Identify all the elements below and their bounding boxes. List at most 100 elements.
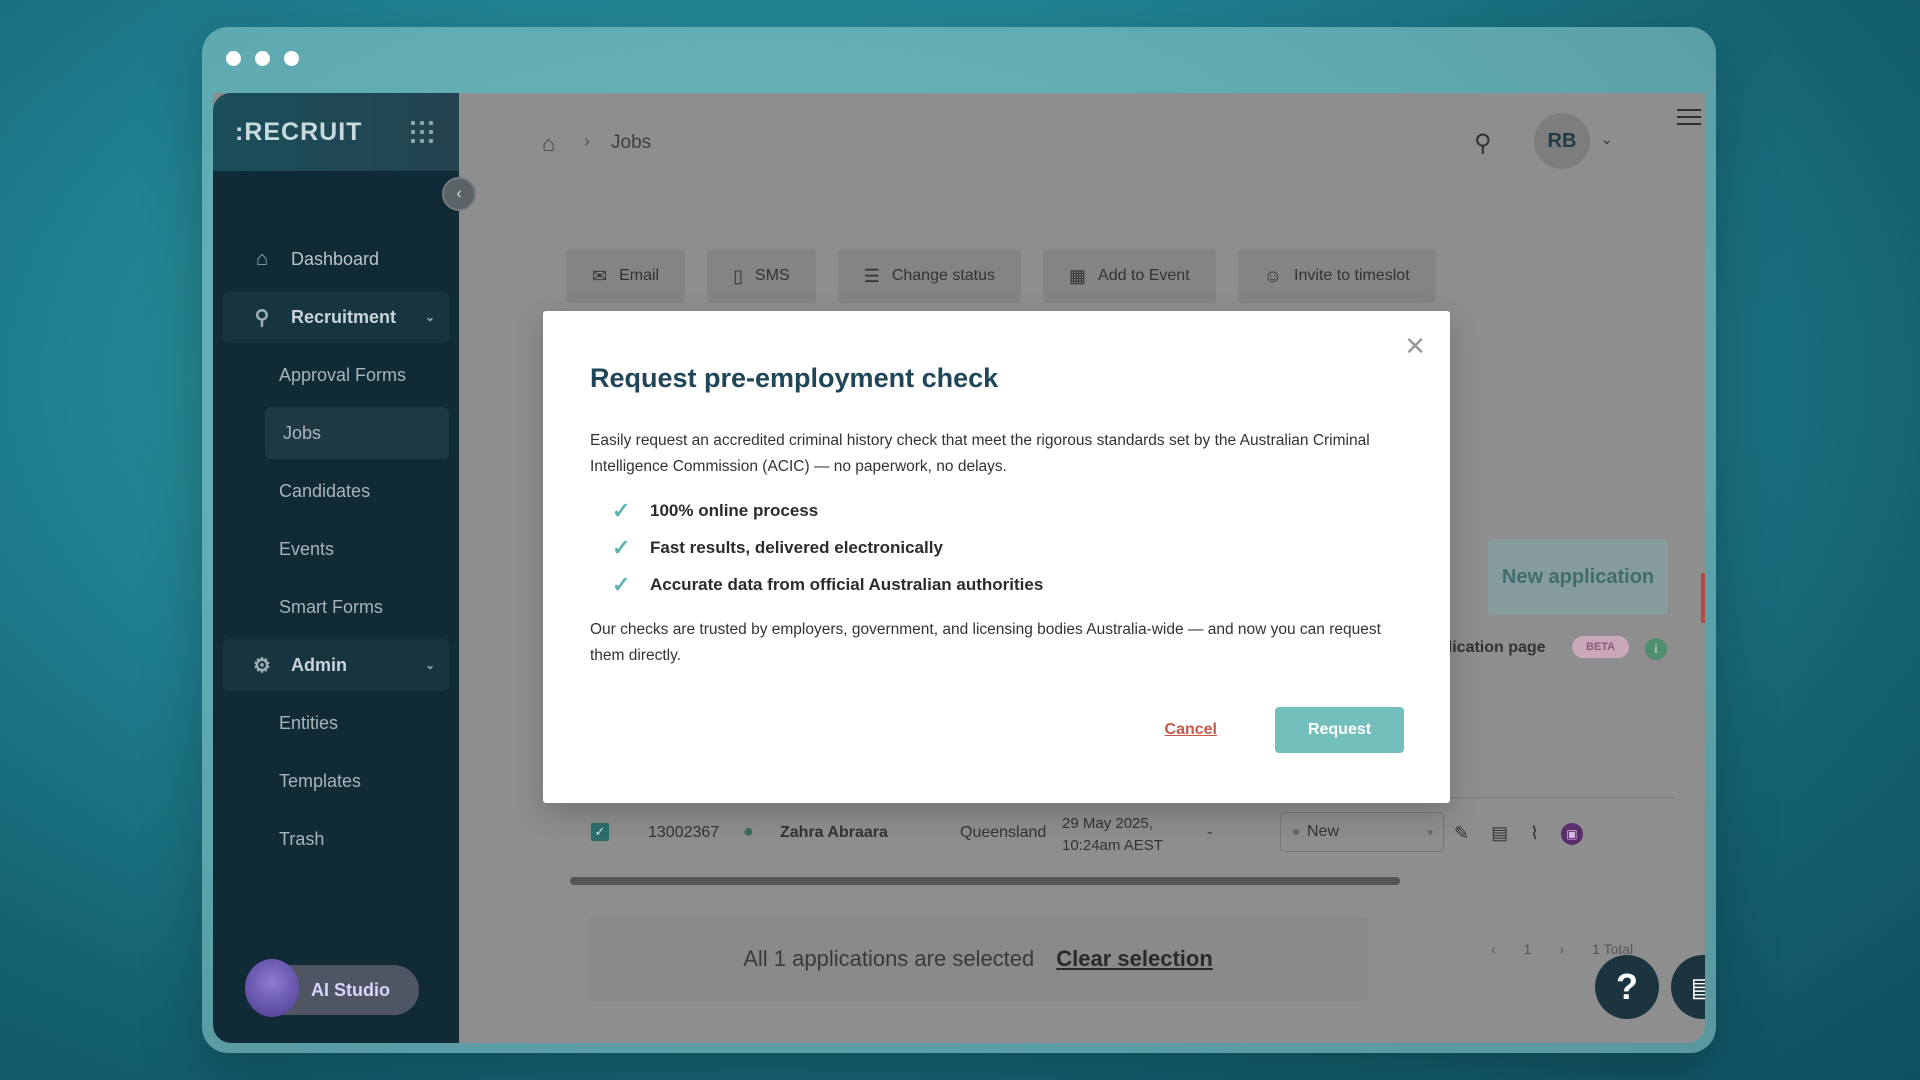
sidebar-item-label: Admin	[291, 654, 347, 675]
ai-studio-label: AI Studio	[311, 979, 390, 1000]
chat-icon[interactable]: ▤	[1671, 955, 1705, 1019]
status-value: New	[1307, 823, 1340, 840]
list-item: ✓ Fast results, delivered electronically	[612, 529, 1404, 566]
people-icon: ☺	[1263, 265, 1283, 286]
window-maximize-dot[interactable]	[284, 51, 299, 66]
home-icon: ⌂	[255, 247, 269, 270]
application-page-label: plication page	[1438, 639, 1546, 656]
sidebar-nav: ⌂ Dashboard ⚲ Recruitment ⌄ Approval For…	[213, 233, 459, 871]
window-minimize-dot[interactable]	[255, 51, 270, 66]
modal-intro: Easily request an accredited criminal hi…	[590, 432, 1370, 475]
chevron-down-icon[interactable]: ⌄	[1601, 131, 1613, 148]
sidebar-item-label: Trash	[279, 828, 325, 849]
application-date: 29 May 2025, 10:24am AEST	[1062, 813, 1163, 857]
chevron-down-icon: ⌄	[424, 310, 435, 324]
horizontal-scrollbar[interactable]	[570, 877, 1400, 885]
beta-badge: BETA	[1572, 636, 1630, 658]
cancel-button[interactable]: Cancel	[1165, 721, 1217, 739]
pre-employment-check-modal: ✕ Request pre-employment check Easily re…	[543, 311, 1450, 803]
email-button[interactable]: ✉ Email	[566, 249, 686, 303]
sms-button-label: SMS	[755, 267, 790, 284]
sms-button[interactable]: ▯ SMS	[707, 249, 816, 303]
list-item: ✓ 100% online process	[612, 492, 1404, 529]
sidebar-item-trash[interactable]: Trash	[223, 813, 449, 865]
benefit-text: Fast results, delivered electronically	[650, 537, 943, 557]
sidebar-item-label: Jobs	[283, 422, 322, 443]
sidebar-item-label: Entities	[279, 712, 339, 733]
hamburger-menu-icon[interactable]	[1677, 109, 1701, 130]
change-status-label: Change status	[891, 267, 996, 284]
help-button[interactable]: ?	[1595, 955, 1659, 1019]
benefit-text: 100% online process	[650, 500, 819, 520]
request-button[interactable]: Request	[1275, 707, 1404, 753]
sidebar-item-candidates[interactable]: Candidates	[223, 465, 449, 517]
selection-bar: All 1 applications are selected Clear se…	[588, 917, 1368, 1001]
attachment-icon[interactable]: ⌇	[1530, 823, 1539, 845]
check-icon: ✓	[612, 571, 631, 597]
breadcrumb-home-icon[interactable]: ⌂	[542, 131, 555, 157]
sidebar: :RECRUIT ⌂ Dashboard ⚲ Recruitment ⌄ App…	[213, 93, 459, 1043]
table-row[interactable]: ✓ 13002367 ● Zahra Abraara Queensland 29…	[568, 803, 1668, 863]
candidate-name[interactable]: Zahra Abraara	[780, 824, 888, 842]
sidebar-item-approval-forms[interactable]: Approval Forms	[223, 349, 449, 401]
email-button-label: Email	[619, 267, 660, 284]
edge-indicator	[1701, 573, 1705, 623]
modal-title: Request pre-employment check	[590, 363, 999, 393]
modal-outro: Our checks are trusted by employers, gov…	[590, 621, 1381, 664]
person-search-icon: ⚲	[254, 306, 270, 329]
breadcrumb-current[interactable]: Jobs	[611, 132, 651, 154]
sidebar-item-jobs[interactable]: Jobs	[265, 407, 449, 459]
apps-grid-icon[interactable]	[411, 121, 433, 143]
calendar-icon: ▦	[1069, 265, 1087, 286]
add-to-event-label: Add to Event	[1098, 267, 1190, 284]
notes-icon[interactable]: ✎	[1454, 823, 1469, 845]
window-close-dot[interactable]	[226, 51, 241, 66]
sidebar-item-dashboard[interactable]: ⌂ Dashboard	[223, 233, 449, 285]
candidate-location: Queensland	[960, 824, 1047, 841]
pagination: ‹ 1 › 1 Total	[1491, 941, 1633, 957]
envelope-icon: ✉	[592, 265, 608, 286]
sidebar-item-label: Smart Forms	[279, 596, 384, 617]
current-page[interactable]: 1	[1524, 941, 1532, 957]
message-icon[interactable]: ▣	[1560, 823, 1583, 845]
sidebar-collapse-button[interactable]: ‹	[442, 177, 476, 211]
status-select[interactable]: New ▾	[1280, 812, 1444, 852]
chevron-down-icon: ⌄	[424, 658, 435, 672]
brand-header: :RECRUIT	[213, 93, 459, 171]
sidebar-item-entities[interactable]: Entities	[223, 697, 449, 749]
breadcrumb-separator-icon: ›	[584, 131, 590, 151]
brand-logo[interactable]: :RECRUIT	[235, 118, 362, 147]
ai-studio-button[interactable]: AI Studio	[245, 959, 419, 1017]
phone-icon: ▯	[733, 265, 744, 286]
benefit-text: Accurate data from official Australian a…	[650, 574, 1044, 594]
check-icon: ✓	[612, 534, 631, 560]
clear-selection-link[interactable]: Clear selection	[1056, 946, 1213, 972]
search-icon[interactable]: ⚲	[1474, 129, 1492, 158]
document-icon[interactable]: ▤	[1491, 823, 1508, 845]
sidebar-item-events[interactable]: Events	[223, 523, 449, 575]
admin-shield-icon: ⚙	[253, 654, 271, 677]
sidebar-item-smart-forms[interactable]: Smart Forms	[223, 581, 449, 633]
next-page-icon[interactable]: ›	[1559, 941, 1564, 957]
add-to-event-button[interactable]: ▦ Add to Event	[1043, 249, 1216, 303]
sidebar-section-admin[interactable]: ⚙ Admin ⌄	[223, 639, 449, 691]
row-checkbox[interactable]: ✓	[591, 823, 609, 841]
sidebar-item-label: Candidates	[279, 480, 371, 501]
window-controls	[226, 51, 299, 66]
invite-to-timeslot-button[interactable]: ☺ Invite to timeslot	[1237, 249, 1436, 303]
modal-footer: Cancel Request	[1165, 707, 1404, 753]
close-icon[interactable]: ✕	[1404, 331, 1426, 362]
sidebar-item-templates[interactable]: Templates	[223, 755, 449, 807]
new-application-button[interactable]: New application	[1488, 539, 1668, 615]
empty-cell: -	[1207, 824, 1213, 841]
sidebar-item-label: Recruitment	[291, 306, 397, 327]
status-dot	[1293, 829, 1299, 835]
sidebar-section-recruitment[interactable]: ⚲ Recruitment ⌄	[223, 291, 449, 343]
user-avatar[interactable]: RB	[1534, 113, 1590, 169]
check-icon: ✓	[612, 497, 631, 523]
prev-page-icon[interactable]: ‹	[1491, 941, 1496, 957]
change-status-button[interactable]: ☰ Change status	[837, 249, 1022, 303]
info-icon[interactable]: i	[1645, 638, 1667, 660]
invite-to-timeslot-label: Invite to timeslot	[1294, 267, 1410, 284]
sidebar-item-label: Dashboard	[291, 248, 380, 269]
